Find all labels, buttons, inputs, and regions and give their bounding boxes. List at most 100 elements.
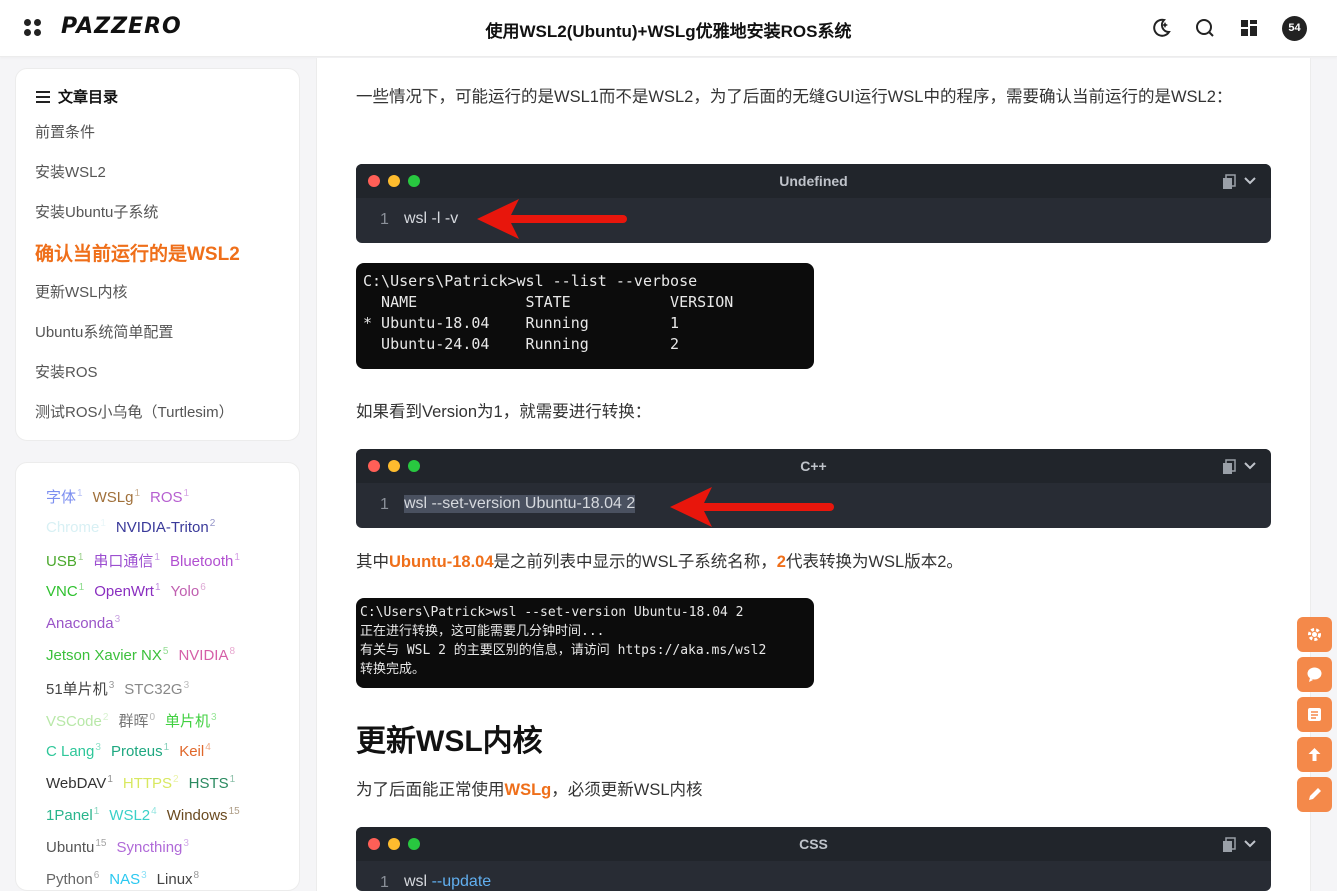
toc-item[interactable]: Ubuntu系统简单配置	[35, 321, 173, 342]
tag-name: Ubuntu	[46, 839, 95, 856]
highlight-text: WSLg	[504, 781, 552, 799]
line-number: 1	[380, 874, 389, 891]
tag-name: 1Panel	[46, 807, 93, 824]
toc-item[interactable]: 更新WSL内核	[35, 281, 128, 302]
toc-item[interactable]: 测试ROS小乌龟（Turtlesim）	[35, 401, 234, 422]
tag-link[interactable]: Windows15	[166, 806, 240, 824]
tag-name: 单片机	[165, 713, 211, 730]
tag-count: 1	[163, 742, 170, 753]
tag-row: USB1 串口通信1 Bluetooth1	[46, 550, 250, 571]
tag-row: 字体1 WSLg1 ROS1	[46, 486, 199, 507]
code-text[interactable]: wsl -l -v	[404, 210, 458, 228]
tag-count: 1	[183, 488, 190, 499]
back-to-top-button[interactable]	[1297, 737, 1332, 772]
tag-link[interactable]: ROS1	[150, 488, 190, 506]
tag-link[interactable]: HSTS1	[189, 774, 236, 792]
pencil-icon	[1309, 788, 1321, 800]
tag-row: Chrome1 NVIDIA-Triton2	[46, 518, 225, 536]
toc-item[interactable]: 安装ROS	[35, 361, 98, 382]
search-icon[interactable]	[1194, 17, 1216, 39]
moon-icon[interactable]	[1149, 17, 1171, 39]
tag-count: 1	[77, 552, 84, 563]
tag-link[interactable]: HTTPS2	[122, 774, 179, 792]
tag-link[interactable]: Bluetooth1	[170, 552, 240, 570]
chevron-down-icon[interactable]	[1243, 837, 1257, 851]
tag-link[interactable]: NVIDIA-Triton2	[115, 518, 215, 536]
tag-link[interactable]: Yolo6	[171, 582, 206, 600]
tag-row: C Lang3 Proteus1 Keil4	[46, 742, 221, 760]
highlight-text: 2	[776, 553, 786, 571]
tag-link[interactable]: OpenWrt1	[94, 582, 161, 600]
tag-link[interactable]: Chrome1	[46, 518, 106, 536]
tag-name: Syncthing	[116, 839, 183, 856]
settings-button[interactable]	[1297, 617, 1332, 652]
tag-link[interactable]: Keil4	[179, 742, 211, 760]
text-span: 是之前列表中显示的WSL子系统名称，	[493, 553, 777, 571]
tag-link[interactable]: Python6	[46, 870, 99, 888]
copy-icon[interactable]	[1221, 459, 1237, 475]
comment-button[interactable]	[1297, 657, 1332, 692]
tag-name: Python	[46, 871, 93, 888]
tag-name: NVIDIA-Triton	[115, 519, 209, 536]
tag-link[interactable]: VNC1	[46, 582, 84, 600]
toc-item[interactable]: 安装Ubuntu子系统	[35, 201, 158, 222]
tag-count: 3	[211, 712, 217, 723]
section-heading: 更新WSL内核	[356, 725, 543, 758]
tag-link[interactable]: Jetson Xavier NX5	[46, 646, 168, 664]
tag-link[interactable]: STC32G3	[124, 680, 190, 698]
apps-icon[interactable]	[1238, 17, 1260, 39]
toc-item-active[interactable]: 确认当前运行的是WSL2	[35, 239, 240, 266]
code-language: Undefined	[779, 173, 848, 189]
chevron-down-icon[interactable]	[1243, 459, 1257, 473]
text-span: 代表转换为WSL版本2。	[785, 553, 963, 571]
tag-link[interactable]: Ubuntu15	[46, 838, 107, 856]
tag-count: 15	[228, 806, 240, 817]
tag-name: ROS	[150, 489, 183, 506]
code-line: 1 wsl --update	[356, 861, 1271, 891]
copy-icon[interactable]	[1221, 837, 1237, 853]
top-header: PAZZERO 使用WSL2(Ubuntu)+WSLg优雅地安装ROS系统 54	[0, 0, 1337, 57]
code-text-selected[interactable]: wsl --set-version Ubuntu-18.04 2	[404, 495, 636, 513]
tag-link[interactable]: NAS3	[109, 870, 146, 888]
article-info-button[interactable]	[1297, 697, 1332, 732]
tag-link[interactable]: Linux8	[157, 870, 199, 888]
tag-link[interactable]: WSL24	[109, 806, 157, 824]
arrow-up-icon	[1308, 748, 1321, 761]
tag-link[interactable]: Proteus1	[111, 742, 170, 760]
tag-link[interactable]: C Lang3	[46, 742, 101, 760]
tag-link[interactable]: WebDAV1	[46, 774, 113, 792]
tag-link[interactable]: Anaconda3	[46, 614, 120, 632]
tag-link[interactable]: Syncthing3	[116, 838, 189, 856]
tag-name: HTTPS	[122, 775, 173, 792]
tag-count: 2	[173, 774, 179, 785]
tag-count: 4	[151, 806, 157, 817]
tag-link[interactable]: VSCode2	[46, 712, 108, 730]
toc-item[interactable]: 前置条件	[35, 121, 95, 142]
tag-name: Windows	[166, 807, 228, 824]
tag-link[interactable]: USB1	[46, 552, 84, 570]
tag-link[interactable]: NVIDIA8	[178, 646, 235, 664]
tag-link[interactable]: 1Panel1	[46, 806, 99, 824]
tag-count: 1	[77, 488, 83, 499]
avatar[interactable]: 54	[1282, 16, 1307, 41]
tag-link[interactable]: 字体1	[46, 488, 83, 506]
tag-link[interactable]: 串口通信1	[93, 552, 160, 570]
chevron-down-icon[interactable]	[1243, 174, 1257, 188]
tag-link[interactable]: 单片机3	[165, 712, 217, 730]
tag-row: Python6 NAS3 Linux8	[46, 870, 209, 888]
toc-heading: 文章目录	[36, 86, 118, 107]
tag-link[interactable]: WSLg1	[93, 488, 140, 506]
toc-item[interactable]: 安装WSL2	[35, 161, 106, 182]
tag-link[interactable]: 51单片机3	[46, 680, 114, 698]
code-text[interactable]: wsl --update	[404, 873, 491, 891]
text-span: 其中	[356, 553, 389, 571]
tag-count: 3	[183, 680, 190, 691]
tag-name: VSCode	[46, 713, 102, 730]
text-span: ，必须更新WSL内核	[551, 781, 703, 799]
tag-link[interactable]: 群晖0	[118, 712, 155, 730]
code-header: Undefined	[356, 164, 1271, 198]
tag-count: 1	[154, 582, 161, 593]
edit-button[interactable]	[1297, 777, 1332, 812]
copy-icon[interactable]	[1221, 174, 1237, 190]
tag-name: NAS	[109, 871, 141, 888]
